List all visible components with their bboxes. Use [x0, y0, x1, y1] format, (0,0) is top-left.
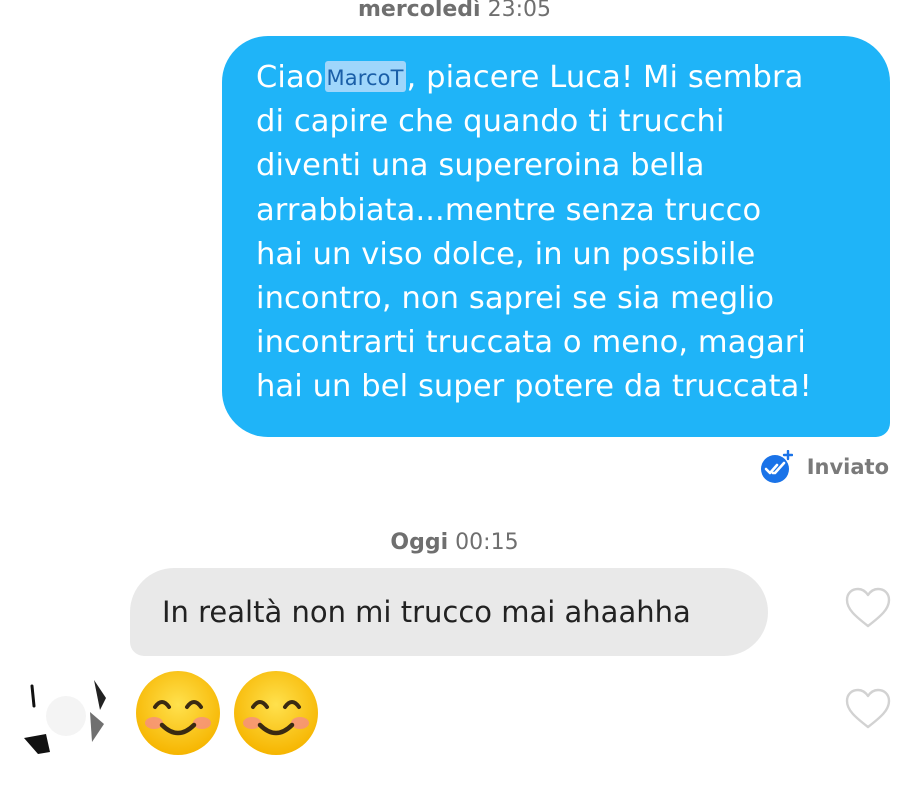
timestamp-separator: mercoledì 23:05 [0, 0, 909, 22]
message-text: , piacere Luca! Mi sembra [406, 60, 804, 95]
message-text: In realtà non mi trucco mai ahaahha [162, 595, 691, 629]
message-line: hai un viso dolce, in un possibile [256, 236, 756, 272]
smiling-face-icon [232, 669, 320, 757]
sent-message-bubble[interactable]: Ciao MarcoT, piacere Luca! Mi sembra di c… [222, 36, 890, 437]
message-line: incontrarti truccata o meno, magari [256, 325, 806, 361]
status-label: Inviato [806, 455, 889, 479]
double-check-boost-icon [759, 449, 793, 484]
message-line: hai un bel super potere da truccata! [256, 369, 812, 405]
avatar[interactable] [20, 672, 112, 760]
timestamp-day: Oggi [390, 530, 449, 555]
message-line: diventi una supereroina bella [256, 148, 705, 184]
message-status: Inviato [759, 449, 889, 484]
timestamp-day: mercoledì [357, 0, 481, 22]
message-line: incontro, non saprei se sia meglio [256, 281, 775, 317]
message-text: Ciao [256, 60, 324, 95]
message-line: di capire che quando ti trucchi [256, 104, 725, 140]
heart-outline-icon[interactable] [845, 688, 891, 730]
timestamp-time: 23:05 [487, 0, 551, 22]
timestamp-time: 00:15 [455, 530, 519, 555]
message-line: Ciao MarcoT, piacere Luca! Mi sembra [256, 56, 870, 100]
timestamp-separator: Oggi 00:15 [0, 530, 909, 555]
heart-outline-icon[interactable] [845, 587, 891, 629]
received-message-bubble[interactable]: In realtà non mi trucco mai ahaahha [130, 568, 768, 656]
message-line: arrabbiata...mentre senza trucco [256, 192, 762, 228]
smiling-face-icon [134, 669, 222, 757]
mentioned-name: MarcoT [324, 61, 406, 92]
